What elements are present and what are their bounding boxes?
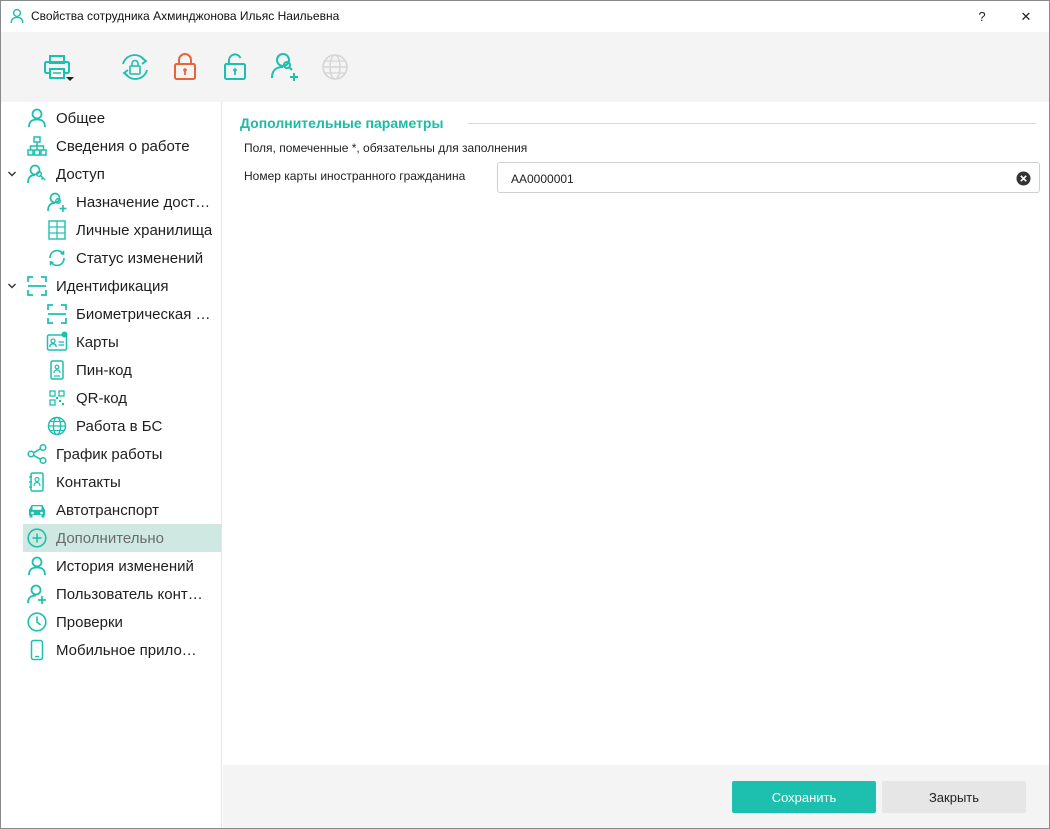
sidebar-item-label: Биометрическая идентификация bbox=[76, 305, 216, 323]
sidebar-item-checks[interactable]: Проверки bbox=[23, 608, 221, 636]
sidebar-item-bs-work[interactable]: Работа в БС bbox=[43, 412, 221, 440]
globe-icon bbox=[322, 54, 348, 80]
sidebar-item-cards[interactable]: Карты bbox=[43, 328, 221, 356]
print-button[interactable] bbox=[41, 50, 75, 84]
help-button[interactable]: ? bbox=[959, 1, 1005, 32]
car-icon bbox=[26, 499, 48, 521]
sidebar-item-general[interactable]: Общее bbox=[23, 104, 221, 132]
share-icon bbox=[26, 443, 48, 465]
sidebar-item-label: Работа в БС bbox=[76, 417, 163, 435]
storage-grid-icon bbox=[46, 219, 68, 241]
sidebar: Общее Сведения о работе Доступ Назначени… bbox=[1, 102, 222, 828]
sidebar-item-label: Контакты bbox=[56, 473, 121, 491]
sidebar-item-schedule[interactable]: График работы bbox=[23, 440, 221, 468]
user-add-icon bbox=[26, 583, 48, 605]
sidebar-item-identification[interactable]: Идентификация bbox=[23, 272, 221, 300]
section-title: Дополнительные параметры bbox=[240, 115, 444, 131]
title-bar: Свойства сотрудника Ахминджонова Ильяс Н… bbox=[1, 1, 1049, 32]
unlock-button[interactable] bbox=[218, 50, 252, 84]
sidebar-item-personal-storage[interactable]: Личные хранилища bbox=[43, 216, 221, 244]
section-divider bbox=[468, 123, 1036, 124]
rotate-lock-button[interactable] bbox=[118, 50, 152, 84]
sidebar-item-qr-code[interactable]: QR-код bbox=[43, 384, 221, 412]
sidebar-item-pin-code[interactable]: Пин-код bbox=[43, 356, 221, 384]
sidebar-item-access-assignment[interactable]: Назначение доступа bbox=[43, 188, 221, 216]
sidebar-item-change-history[interactable]: История изменений bbox=[23, 552, 221, 580]
sidebar-item-label: График работы bbox=[56, 445, 163, 463]
window-close-button[interactable]: ✕ bbox=[1003, 1, 1049, 32]
foreign-card-number-value: AA0000001 bbox=[511, 172, 574, 186]
sidebar-item-label: Проверки bbox=[56, 613, 123, 631]
id-card-icon bbox=[46, 331, 68, 353]
sidebar-item-label: Пин-код bbox=[76, 361, 132, 379]
sidebar-item-label: Мобильное приложение bbox=[56, 641, 206, 659]
sidebar-item-work-info[interactable]: Сведения о работе bbox=[23, 132, 221, 160]
globe-icon bbox=[46, 415, 68, 437]
properties-window: Свойства сотрудника Ахминджонова Ильяс Н… bbox=[0, 0, 1050, 829]
save-button[interactable]: Сохранить bbox=[732, 781, 876, 813]
foreign-card-number-label: Номер карты иностранного гражданина bbox=[244, 169, 466, 183]
user-add-icon bbox=[46, 191, 68, 213]
sidebar-item-change-status[interactable]: Статус изменений bbox=[43, 244, 221, 272]
clear-icon[interactable] bbox=[1016, 171, 1031, 186]
toolbar bbox=[1, 32, 1049, 102]
sidebar-item-label: QR-код bbox=[76, 389, 127, 407]
rotate-lock-icon bbox=[122, 54, 148, 80]
printer-icon bbox=[44, 55, 74, 81]
sidebar-item-additional[interactable]: Дополнительно bbox=[23, 524, 221, 552]
sidebar-item-vehicles[interactable]: Автотранспорт bbox=[23, 496, 221, 524]
sidebar-item-label: Общее bbox=[56, 109, 106, 127]
user-icon bbox=[26, 107, 48, 129]
plus-circle-icon bbox=[26, 527, 48, 549]
lock-closed-icon bbox=[174, 53, 196, 80]
chevron-down-icon[interactable] bbox=[6, 168, 18, 180]
phone-icon bbox=[26, 639, 48, 661]
user-key-icon bbox=[26, 163, 48, 185]
keypad-icon bbox=[46, 359, 68, 381]
sidebar-item-label: Сведения о работе bbox=[56, 137, 190, 155]
sidebar-item-label: Автотранспорт bbox=[56, 501, 160, 519]
user-icon bbox=[26, 555, 48, 577]
sidebar-item-mobile-app[interactable]: Мобильное приложение bbox=[23, 636, 221, 664]
required-note: Поля, помеченные *, обязательны для запо… bbox=[244, 141, 528, 155]
lock-open-icon bbox=[224, 53, 246, 80]
sidebar-item-label: Назначение доступа bbox=[76, 193, 216, 211]
foreign-card-number-field[interactable]: AA0000001 bbox=[497, 162, 1040, 193]
content-panel: Дополнительные параметры Поля, помеченны… bbox=[223, 102, 1049, 765]
add-user-button[interactable] bbox=[268, 50, 302, 84]
sidebar-item-contacts[interactable]: Контакты bbox=[23, 468, 221, 496]
refresh-icon bbox=[46, 247, 68, 269]
chevron-down-icon[interactable] bbox=[6, 280, 18, 292]
user-add-icon bbox=[271, 53, 298, 81]
org-chart-icon bbox=[26, 135, 48, 157]
sidebar-item-label: Карты bbox=[76, 333, 119, 351]
qr-code-icon bbox=[46, 387, 68, 409]
lock-button[interactable] bbox=[168, 50, 202, 84]
scan-frame-icon bbox=[46, 303, 68, 325]
sidebar-item-label: История изменений bbox=[56, 557, 194, 575]
sidebar-item-label: Идентификация bbox=[56, 277, 169, 295]
sidebar-item-label: Дополнительно bbox=[56, 529, 164, 547]
user-icon bbox=[10, 8, 24, 24]
sidebar-item-label: Личные хранилища bbox=[76, 221, 213, 239]
sidebar-item-controller-user[interactable]: Пользователь контроллера bbox=[23, 580, 221, 608]
sidebar-item-label: Доступ bbox=[56, 165, 105, 183]
sidebar-item-label: Пользователь контроллера bbox=[56, 585, 206, 603]
sidebar-item-label: Статус изменений bbox=[76, 249, 204, 267]
web-button bbox=[318, 50, 352, 84]
sidebar-item-access[interactable]: Доступ bbox=[23, 160, 221, 188]
footer: Сохранить Закрыть bbox=[223, 765, 1049, 828]
window-title: Свойства сотрудника Ахминджонова Ильяс Н… bbox=[31, 9, 340, 23]
close-button[interactable]: Закрыть bbox=[882, 781, 1026, 813]
address-book-icon bbox=[26, 471, 48, 493]
scan-frame-icon bbox=[26, 275, 48, 297]
clock-icon bbox=[26, 611, 48, 633]
sidebar-item-biometric[interactable]: Биометрическая идентификация bbox=[43, 300, 221, 328]
